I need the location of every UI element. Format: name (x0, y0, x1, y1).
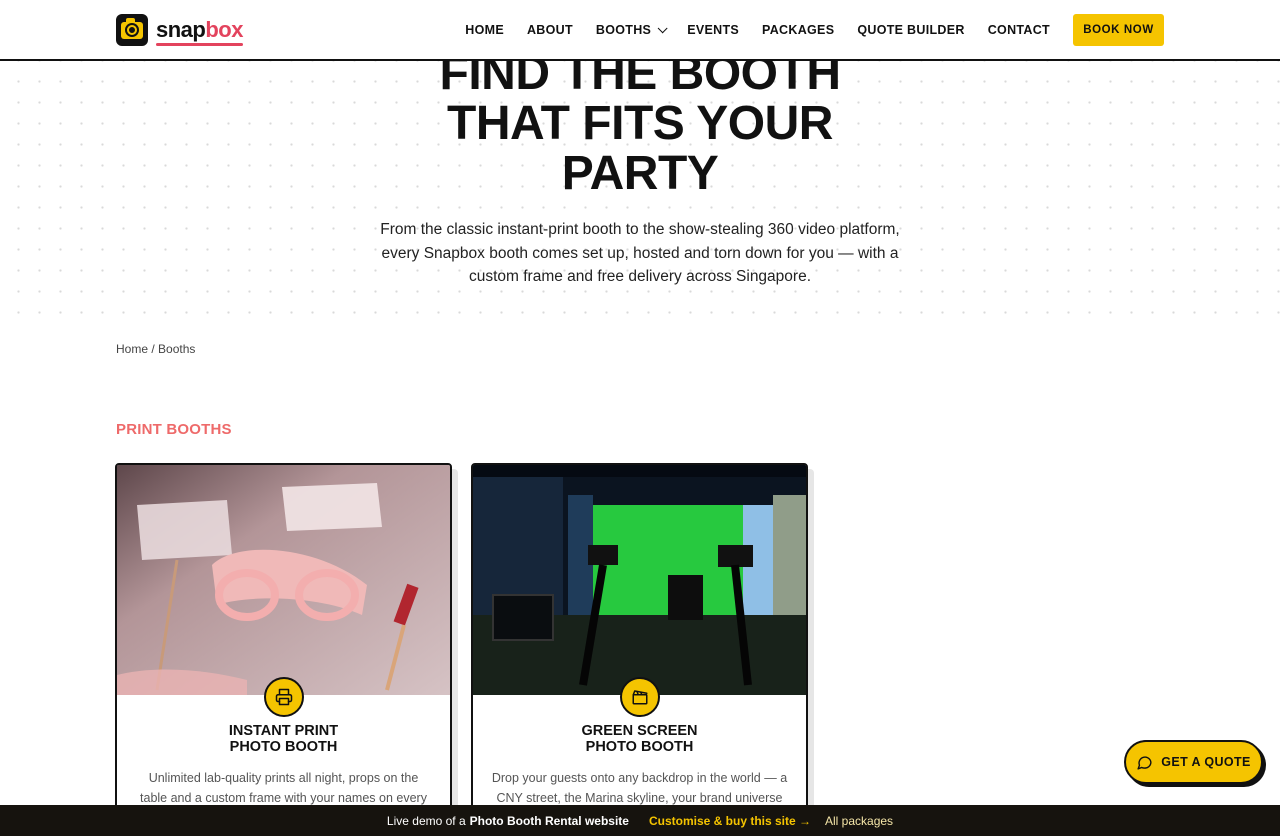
nav-packages[interactable]: PACKAGES (762, 23, 834, 37)
get-a-quote-button[interactable]: GET A QUOTE (1124, 740, 1263, 784)
get-a-quote-label: GET A QUOTE (1161, 755, 1251, 769)
nav-quote-builder[interactable]: QUOTE BUILDER (857, 23, 964, 37)
breadcrumb-home-link[interactable]: Home (116, 342, 148, 356)
printer-icon (263, 677, 304, 717)
booth-name-line-1: INSTANT PRINT (228, 723, 339, 739)
nav-contact[interactable]: CONTACT (988, 23, 1050, 37)
logo[interactable]: snapbox (116, 14, 243, 46)
booth-name-line-1: GREEN SCREEN (581, 723, 698, 739)
breadcrumb-overlay: Home / Booths (116, 342, 195, 356)
nav-events[interactable]: EVENTS (687, 23, 739, 37)
title-line-3: PARTY (561, 147, 719, 200)
booth-card-instant-print[interactable]: INSTANT PRINT PHOTO BOOTH Unlimited lab-… (115, 463, 452, 823)
booth-name-line-2: PHOTO BOOTH (585, 739, 694, 755)
logo-wordmark: snapbox (156, 17, 243, 46)
customise-link[interactable]: Customise & buy this site → (649, 814, 811, 828)
nav-booths-label: BOOTHS (595, 23, 652, 37)
logo-snap-text: snap (156, 17, 206, 42)
booth-card-green-screen[interactable]: GREEN SCREEN PHOTO BOOTH Drop your guest… (471, 463, 808, 823)
nav-booths[interactable]: BOOTHS (595, 22, 668, 37)
booth-name-line-2: PHOTO BOOTH (229, 739, 338, 755)
page-title: FIND THE BOOTH THAT FITS YOUR PARTY (340, 49, 940, 199)
chat-bubble-icon (1137, 755, 1152, 770)
breadcrumb-sep: / (148, 342, 159, 356)
booth-name: GREEN SCREEN PHOTO BOOTH (473, 723, 806, 755)
demo-site-name: Photo Booth Rental website (469, 813, 629, 828)
nav-about[interactable]: ABOUT (527, 23, 573, 37)
booth-photo-props (117, 465, 450, 695)
hero-subtitle: From the classic instant-print booth to … (380, 221, 900, 285)
demo-prefix: Live demo of a (386, 813, 466, 828)
main-nav: HOME ABOUT BOOTHS EVENTS PACKAGES QUOTE … (442, 14, 1164, 46)
booth-photo-studio (473, 465, 806, 695)
demo-banner: Live demo of a Photo Booth Rental websit… (0, 805, 1280, 836)
site-header: snapbox HOME ABOUT BOOTHS EVENTS PACKAGE… (0, 0, 1280, 61)
nav-home[interactable]: HOME (465, 23, 504, 37)
book-now-button[interactable]: BOOK NOW (1073, 14, 1164, 46)
title-line-2: THAT FITS YOUR (447, 97, 833, 150)
clapperboard-icon (619, 677, 660, 717)
section-title: PRINT BOOTHS (116, 421, 232, 438)
all-packages-link[interactable]: All packages (825, 814, 893, 828)
logo-box-text: box (205, 17, 243, 42)
chevron-down-icon (657, 22, 668, 33)
booth-name: INSTANT PRINT PHOTO BOOTH (117, 723, 450, 755)
breadcrumb-current-page: Booths (158, 342, 196, 356)
camera-logo-icon (116, 14, 148, 46)
